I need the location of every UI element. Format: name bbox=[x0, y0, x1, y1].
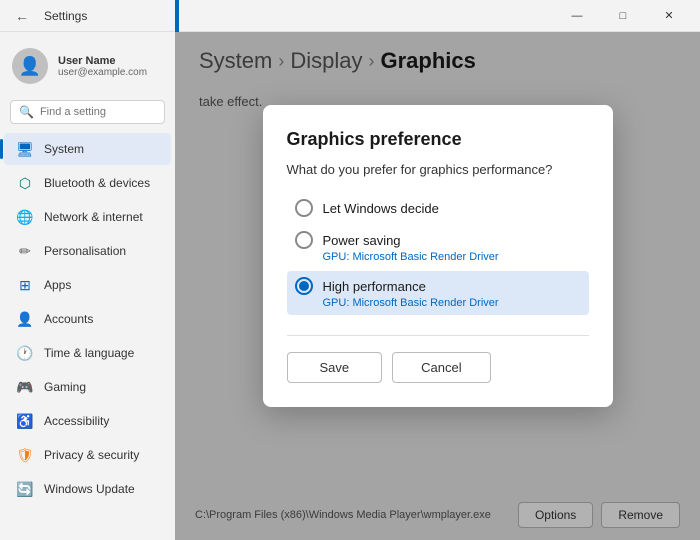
radio-group: Let Windows decide Power saving GPU: Mic… bbox=[287, 193, 589, 315]
user-name: User Name bbox=[58, 55, 147, 67]
radio-circle-high-performance bbox=[295, 277, 313, 295]
minimize-button[interactable]: — bbox=[554, 0, 600, 32]
titlebar: ← Settings — □ ✕ bbox=[0, 0, 700, 32]
save-button[interactable]: Save bbox=[287, 352, 383, 383]
radio-label-power-saving: Power saving bbox=[323, 233, 401, 248]
sidebar: 👤 User Name user@example.com 🔍 🖥 System … bbox=[0, 32, 175, 540]
sidebar-item-personalisation[interactable]: ✏ Personalisation bbox=[4, 235, 171, 267]
modal-buttons: Save Cancel bbox=[287, 352, 589, 383]
network-icon: 🌐 bbox=[16, 208, 34, 226]
radio-row-high-performance: High performance bbox=[295, 277, 581, 295]
user-email: user@example.com bbox=[58, 67, 147, 78]
sidebar-item-gaming[interactable]: 🎮 Gaming bbox=[4, 371, 171, 403]
windows-update-icon: 🔄 bbox=[16, 480, 34, 498]
radio-option-windows[interactable]: Let Windows decide bbox=[287, 193, 589, 223]
titlebar-title: Settings bbox=[44, 9, 87, 23]
app-container: 👤 User Name user@example.com 🔍 🖥 System … bbox=[0, 32, 700, 540]
sidebar-item-network[interactable]: 🌐 Network & internet bbox=[4, 201, 171, 233]
sidebar-item-label-gaming: Gaming bbox=[44, 380, 86, 394]
apps-icon: ⊞ bbox=[16, 276, 34, 294]
sidebar-item-time[interactable]: 🕐 Time & language bbox=[4, 337, 171, 369]
sidebar-item-label-time: Time & language bbox=[44, 346, 134, 360]
sidebar-item-label-apps: Apps bbox=[44, 278, 71, 292]
system-icon: 🖥 bbox=[16, 140, 34, 158]
sidebar-item-label-windows-update: Windows Update bbox=[44, 482, 135, 496]
sidebar-item-label-system: System bbox=[44, 142, 84, 156]
radio-sublabel-high-performance: GPU: Microsoft Basic Render Driver bbox=[323, 297, 581, 309]
modal-title: Graphics preference bbox=[287, 129, 589, 150]
sidebar-item-apps[interactable]: ⊞ Apps bbox=[4, 269, 171, 301]
search-box[interactable]: 🔍 bbox=[10, 100, 165, 124]
main-content: System › Display › Graphics take effect.… bbox=[175, 32, 700, 540]
sidebar-item-label-accounts: Accounts bbox=[44, 312, 93, 326]
modal-question: What do you prefer for graphics performa… bbox=[287, 162, 589, 177]
cancel-button[interactable]: Cancel bbox=[392, 352, 490, 383]
sidebar-item-privacy[interactable]: 🛡 Privacy & security bbox=[4, 439, 171, 471]
privacy-icon: 🛡 bbox=[16, 446, 34, 464]
radio-option-power-saving[interactable]: Power saving GPU: Microsoft Basic Render… bbox=[287, 225, 589, 269]
sidebar-item-label-bluetooth: Bluetooth & devices bbox=[44, 176, 150, 190]
time-icon: 🕐 bbox=[16, 344, 34, 362]
sidebar-item-label-privacy: Privacy & security bbox=[44, 448, 139, 462]
radio-circle-power-saving bbox=[295, 231, 313, 249]
search-input[interactable] bbox=[40, 106, 156, 118]
sidebar-item-label-network: Network & internet bbox=[44, 210, 143, 224]
modal-overlay: Graphics preference What do you prefer f… bbox=[175, 32, 700, 540]
radio-row-power-saving: Power saving bbox=[295, 231, 581, 249]
search-icon: 🔍 bbox=[19, 105, 34, 119]
accounts-icon: 👤 bbox=[16, 310, 34, 328]
accessibility-icon: ♿ bbox=[16, 412, 34, 430]
close-button[interactable]: ✕ bbox=[646, 0, 692, 32]
user-profile: 👤 User Name user@example.com bbox=[0, 40, 175, 96]
back-button[interactable]: ← bbox=[8, 2, 36, 30]
radio-label-windows: Let Windows decide bbox=[323, 201, 439, 216]
titlebar-controls: — □ ✕ bbox=[554, 0, 692, 32]
radio-circle-windows bbox=[295, 199, 313, 217]
sidebar-item-system[interactable]: 🖥 System bbox=[4, 133, 171, 165]
bluetooth-icon: ⬡ bbox=[16, 174, 34, 192]
graphics-preference-modal: Graphics preference What do you prefer f… bbox=[263, 105, 613, 407]
radio-row-windows: Let Windows decide bbox=[295, 199, 581, 217]
sidebar-item-label-personalisation: Personalisation bbox=[44, 244, 126, 258]
sidebar-item-windows-update[interactable]: 🔄 Windows Update bbox=[4, 473, 171, 505]
sidebar-item-label-accessibility: Accessibility bbox=[44, 414, 109, 428]
titlebar-left: ← Settings bbox=[8, 2, 87, 30]
maximize-button[interactable]: □ bbox=[600, 0, 646, 32]
sidebar-item-accounts[interactable]: 👤 Accounts bbox=[4, 303, 171, 335]
radio-sublabel-power-saving: GPU: Microsoft Basic Render Driver bbox=[323, 251, 581, 263]
radio-option-high-performance[interactable]: High performance GPU: Microsoft Basic Re… bbox=[287, 271, 589, 315]
sidebar-item-bluetooth[interactable]: ⬡ Bluetooth & devices bbox=[4, 167, 171, 199]
sidebar-item-accessibility[interactable]: ♿ Accessibility bbox=[4, 405, 171, 437]
personalisation-icon: ✏ bbox=[16, 242, 34, 260]
radio-label-high-performance: High performance bbox=[323, 279, 426, 294]
avatar: 👤 bbox=[12, 48, 48, 84]
gaming-icon: 🎮 bbox=[16, 378, 34, 396]
user-info: User Name user@example.com bbox=[58, 55, 147, 78]
modal-divider bbox=[287, 335, 589, 336]
